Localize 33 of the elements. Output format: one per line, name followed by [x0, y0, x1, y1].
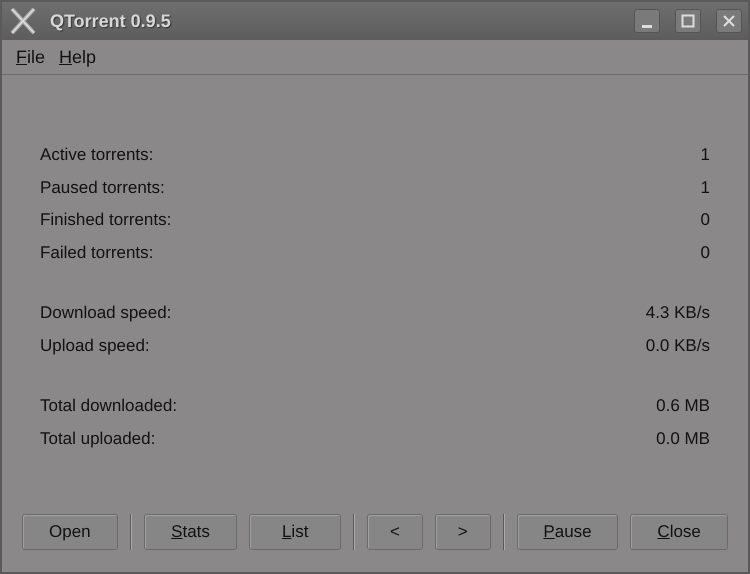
stat-label: Total uploaded:: [40, 428, 156, 449]
stat-label: Failed torrents:: [40, 242, 154, 263]
stat-label: Paused torrents:: [40, 178, 165, 198]
toolbar-button[interactable]: Close: [630, 514, 728, 550]
cross-logo-icon: [8, 6, 38, 36]
close-button[interactable]: [716, 9, 742, 33]
stat-label: Upload speed:: [40, 336, 150, 356]
stat-value: 0.0 KB/s: [646, 336, 710, 356]
stat-value: 0: [700, 242, 710, 263]
stat-value: 4.3 KB/s: [646, 303, 710, 324]
stat-value: 0.0 MB: [656, 428, 710, 449]
stat-value: 0: [700, 210, 710, 230]
stat-label: Total downloaded:: [40, 396, 178, 416]
toolbar-button[interactable]: Stats: [144, 514, 238, 550]
toolbar-button[interactable]: <: [367, 514, 423, 550]
stat-label: Download speed:: [40, 303, 172, 324]
menu-item[interactable]: Help: [59, 46, 96, 68]
maximize-button[interactable]: [675, 9, 701, 33]
toolbar-button[interactable]: >: [434, 514, 491, 550]
toolbar-button[interactable]: List: [249, 514, 342, 550]
close-icon: [722, 14, 736, 28]
window-title: QTorrent 0.9.5: [50, 10, 172, 32]
stat-label: Active torrents:: [40, 145, 154, 166]
maximize-icon: [681, 14, 695, 28]
stat-label: Finished torrents:: [40, 210, 172, 230]
menu-item[interactable]: File: [16, 46, 46, 68]
minimize-icon: [642, 24, 652, 28]
stat-value: 0.6 MB: [656, 396, 710, 416]
toolbar-button[interactable]: Pause: [516, 514, 618, 550]
stat-value: 1: [700, 178, 710, 198]
stat-value: 1: [700, 145, 710, 166]
toolbar-button[interactable]: Open: [22, 514, 118, 550]
minimize-button[interactable]: [634, 9, 660, 33]
